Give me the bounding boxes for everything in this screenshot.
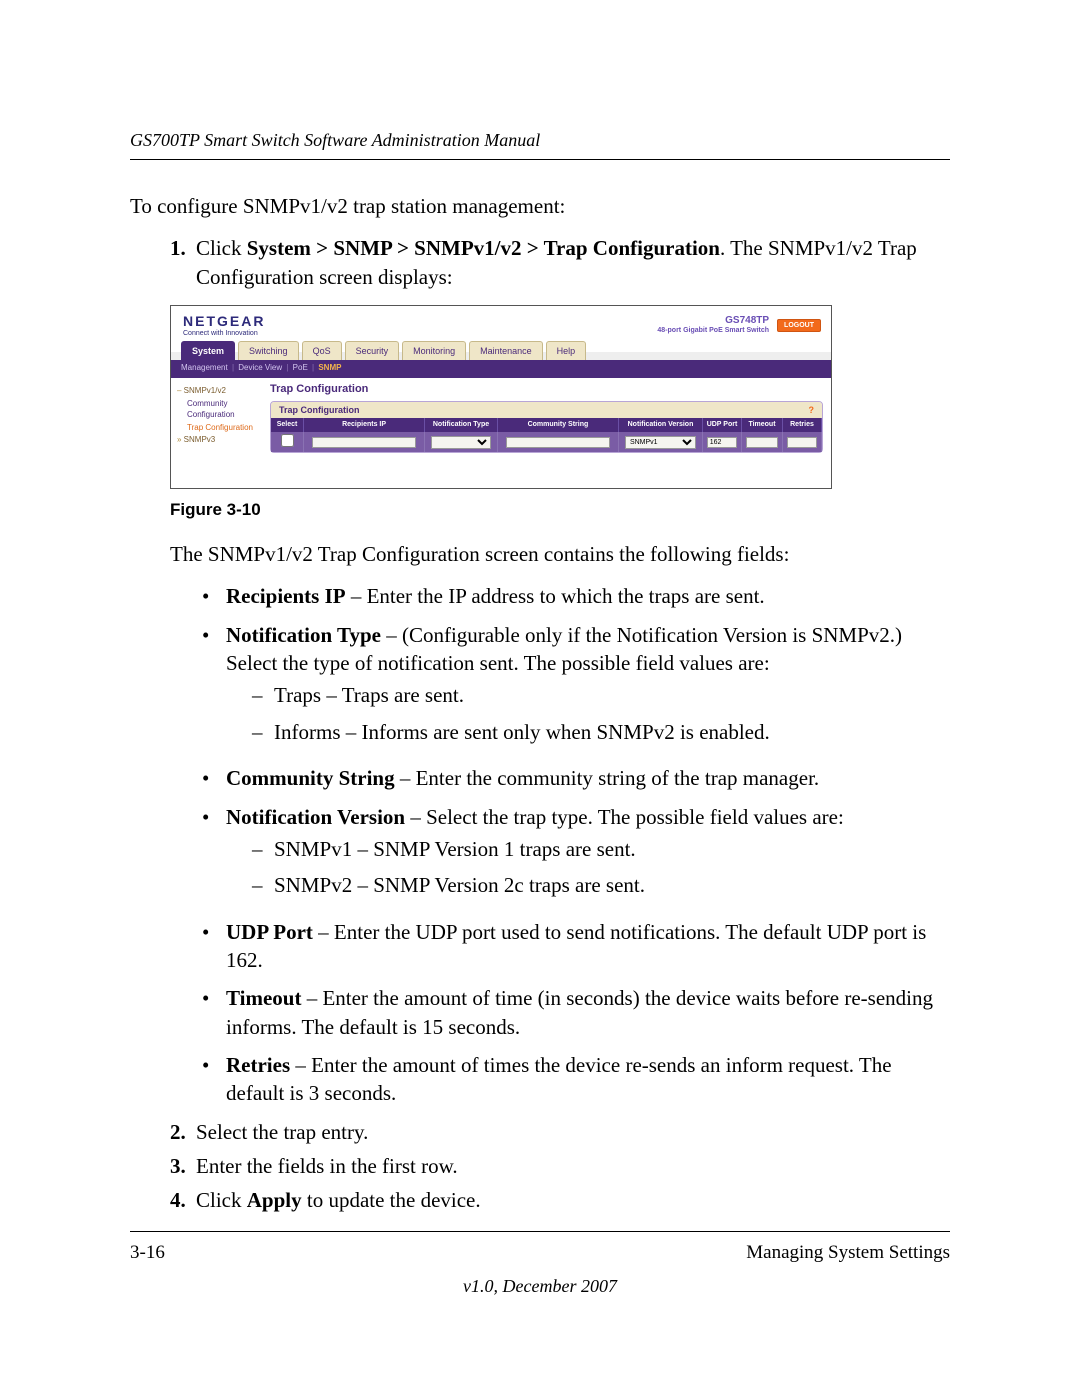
col-notif-version: Notification Version xyxy=(619,418,703,432)
col-recipients-ip: Recipients IP xyxy=(304,418,425,432)
sidebar: SNMPv1/v2 Community Configuration Trap C… xyxy=(171,378,266,488)
tab-switching[interactable]: Switching xyxy=(238,341,299,360)
section-title: Managing System Settings xyxy=(746,1242,950,1264)
tab-system[interactable]: System xyxy=(181,341,235,360)
timeout-field[interactable] xyxy=(746,437,778,448)
tab-help[interactable]: Help xyxy=(546,341,587,360)
udp-port-field[interactable] xyxy=(707,437,738,448)
col-select: Select xyxy=(271,418,304,432)
trap-config-table: Select Recipients IP Notification Type C… xyxy=(271,418,822,452)
crumb-management[interactable]: Management xyxy=(181,363,228,372)
panel-title: Trap Configuration xyxy=(270,382,823,397)
field-notification-type: • Notification Type – (Configurable only… xyxy=(202,621,950,754)
figure-screenshot: NETGEAR Connect with Innovation GS748TP … xyxy=(170,305,832,489)
step-4: 4. Click Apply to update the device. xyxy=(170,1186,950,1214)
side-item-trap-config[interactable]: Trap Configuration xyxy=(187,423,262,434)
breadcrumb-bar: Management | Device View | PoE | SNMP xyxy=(171,361,831,378)
page-number: 3-16 xyxy=(130,1242,165,1264)
crumb-snmp[interactable]: SNMP xyxy=(318,363,341,372)
tab-security[interactable]: Security xyxy=(345,341,400,360)
col-udp-port: UDP Port xyxy=(703,418,742,432)
tab-qos[interactable]: QoS xyxy=(302,341,342,360)
after-figure-text: The SNMPv1/v2 Trap Configuration screen … xyxy=(170,540,950,568)
col-community-string: Community String xyxy=(497,418,618,432)
field-timeout: • Timeout – Enter the amount of time (in… xyxy=(202,984,950,1041)
brand-tagline: Connect with Innovation xyxy=(183,329,265,338)
help-icon[interactable]: ? xyxy=(809,404,815,416)
figure-caption: Figure 3-10 xyxy=(170,499,950,522)
step-3: 3. Enter the fields in the first row. xyxy=(170,1152,950,1180)
field-udp-port: • UDP Port – Enter the UDP port used to … xyxy=(202,918,950,975)
notif-type-select[interactable] xyxy=(431,436,492,449)
col-timeout: Timeout xyxy=(742,418,783,432)
field-notification-version: • Notification Version – Select the trap… xyxy=(202,803,950,908)
side-group-snmpv3[interactable]: SNMPv3 xyxy=(177,435,262,446)
model-label: GS748TP 48-port Gigabit PoE Smart Switch xyxy=(657,315,769,335)
col-retries: Retries xyxy=(783,418,822,432)
side-item-community[interactable]: Community Configuration xyxy=(187,399,262,421)
intro-text: To configure SNMPv1/v2 trap station mana… xyxy=(130,192,950,220)
side-group-snmpv1v2[interactable]: SNMPv1/v2 xyxy=(177,386,262,397)
col-notif-type: Notification Type xyxy=(425,418,498,432)
tab-maintenance[interactable]: Maintenance xyxy=(469,341,543,360)
step-2: 2. Select the trap entry. xyxy=(170,1118,950,1146)
page-footer: 3-16 Managing System Settings v1.0, Dece… xyxy=(130,1231,950,1297)
step-1: 1. Click System > SNMP > SNMPv1/v2 > Tra… xyxy=(170,234,950,291)
crumb-poe[interactable]: PoE xyxy=(293,363,308,372)
panel-subheader: Trap Configuration ? xyxy=(271,402,822,418)
row-select-checkbox[interactable] xyxy=(281,434,294,447)
community-string-field[interactable] xyxy=(506,437,611,448)
field-community-string: • Community String – Enter the community… xyxy=(202,764,950,792)
doc-version: v1.0, December 2007 xyxy=(130,1276,950,1297)
table-row: SNMPv1 xyxy=(271,432,822,452)
page-header: GS700TP Smart Switch Software Administra… xyxy=(130,130,950,160)
field-recipients-ip: • Recipients IP – Enter the IP address t… xyxy=(202,582,950,610)
tab-monitoring[interactable]: Monitoring xyxy=(402,341,466,360)
recipients-ip-field[interactable] xyxy=(312,437,417,448)
main-tabs: System Switching QoS Security Monitoring… xyxy=(171,340,831,361)
logout-button[interactable]: LOGOUT xyxy=(777,319,821,332)
notif-version-select[interactable]: SNMPv1 xyxy=(625,436,696,449)
retries-field[interactable] xyxy=(787,437,818,448)
crumb-device-view[interactable]: Device View xyxy=(238,363,282,372)
field-retries: • Retries – Enter the amount of times th… xyxy=(202,1051,950,1108)
